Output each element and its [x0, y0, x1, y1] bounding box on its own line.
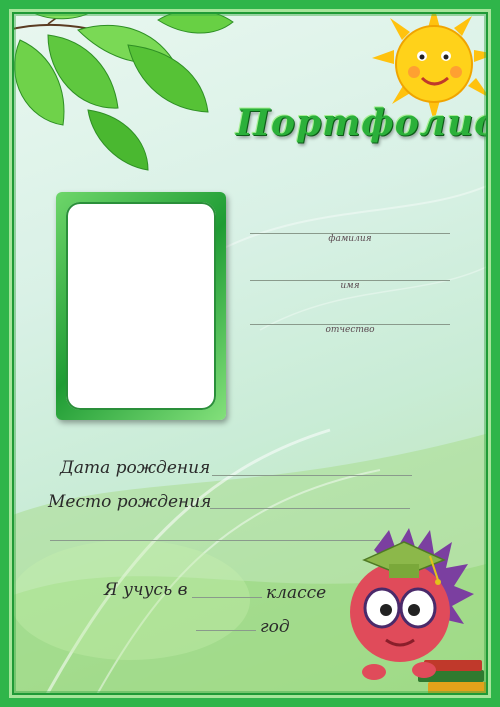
- name-caption: имя: [340, 281, 360, 291]
- year-line[interactable]: [196, 630, 256, 631]
- extra-line[interactable]: [50, 540, 380, 541]
- photo-placeholder[interactable]: [66, 202, 216, 410]
- portfolio-page: Портфолио фамилия имя отчество Дата рожд…: [0, 0, 500, 707]
- class-line[interactable]: [192, 597, 262, 598]
- surname-caption: фамилия: [328, 234, 372, 244]
- page-title: Портфолио: [236, 102, 500, 144]
- hedgehog-character: [350, 528, 488, 694]
- birth-date-line[interactable]: [212, 475, 412, 476]
- birth-place-line[interactable]: [210, 508, 410, 509]
- photo-frame: [56, 192, 226, 420]
- patronymic-caption: отчество: [325, 325, 375, 335]
- birth-date-label: Дата рождения: [60, 458, 211, 478]
- study-label: Я учусь в: [104, 580, 188, 600]
- class-label: классе: [266, 583, 327, 603]
- year-label: год: [260, 617, 290, 637]
- birth-place-label: Место рождения: [48, 492, 212, 512]
- leaves-decoration: [8, 0, 234, 171]
